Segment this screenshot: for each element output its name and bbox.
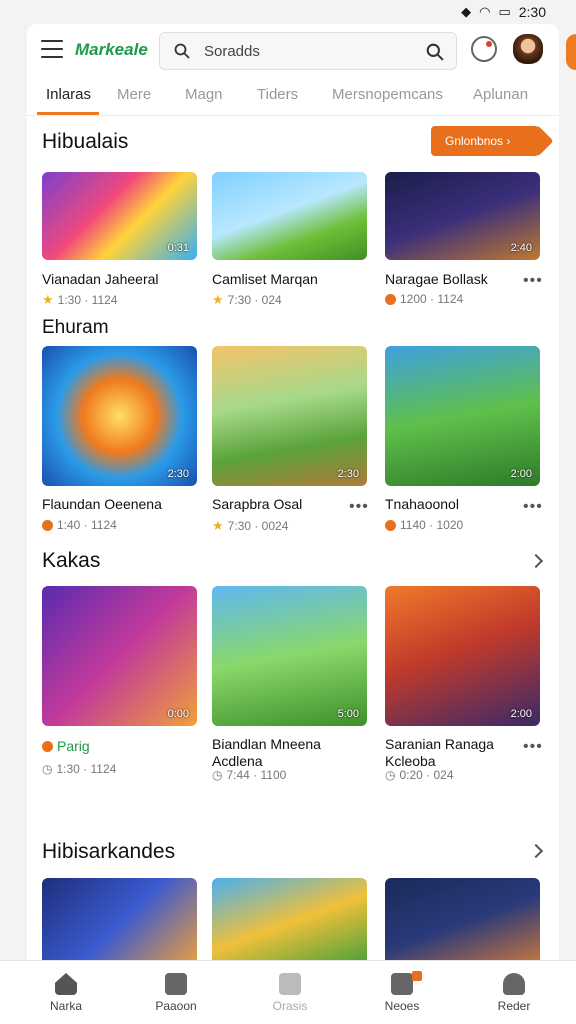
more-icon[interactable]: ••• [349, 498, 369, 516]
video-thumbnail[interactable]: 5:00 [212, 586, 367, 726]
video-title[interactable]: Flaundan Oeenena [42, 496, 162, 513]
nav-profile[interactable]: Reder [474, 967, 554, 1013]
app-logo[interactable]: Markeale [75, 40, 148, 60]
search-submit-icon[interactable] [426, 43, 444, 61]
badge-icon [42, 740, 53, 752]
tab-inlaras[interactable]: Inlaras [46, 86, 91, 103]
video-meta: ◷ 7:44 · 1100 [212, 768, 287, 782]
nav-library[interactable]: Paaoon [136, 967, 216, 1013]
video-title[interactable]: Vianadan Jaheeral [42, 271, 159, 288]
video-title[interactable]: Naragae Bollask [385, 271, 488, 288]
bag-icon [165, 973, 187, 995]
section-title: Kakas [42, 549, 101, 572]
nav-home[interactable]: Narka [26, 967, 106, 1013]
badge-icon [385, 293, 396, 305]
video-meta: 1:40 · 1124 [42, 518, 117, 532]
video-meta: ◷ 1:30 · 1124 [42, 762, 117, 776]
clock-icon: ◷ [212, 768, 223, 782]
video-title[interactable]: Tnahaoonol [385, 496, 459, 513]
status-bar: ◆ ◠ ▭ 2:30 [0, 0, 576, 24]
tab-mere[interactable]: Mere [117, 86, 151, 103]
duration-label: 0:00 [167, 708, 189, 720]
more-icon[interactable]: ••• [523, 498, 543, 516]
side-handle[interactable] [566, 34, 576, 70]
wifi-icon: ◠ [479, 4, 491, 19]
video-thumbnail[interactable]: 0:31 [42, 172, 197, 260]
video-thumbnail[interactable] [212, 878, 367, 968]
section-title: Hibisarkandes [42, 840, 176, 863]
active-tab-indicator [37, 112, 99, 115]
menu-icon[interactable] [41, 40, 63, 58]
duration-label: 2:00 [510, 708, 532, 720]
duration-label: 5:00 [337, 708, 359, 720]
video-meta: ◷ 0:20 · 024 [385, 768, 454, 782]
clock-icon: ◷ [385, 768, 396, 782]
see-all-button[interactable]: Gnlonbnos › [431, 126, 539, 156]
video-thumbnail[interactable]: 2:40 [385, 172, 540, 260]
chart-icon [391, 973, 413, 995]
video-thumbnail[interactable]: 2:00 [385, 586, 540, 726]
nav-orasis[interactable]: Orasis [250, 967, 330, 1013]
video-thumbnail[interactable]: 2:30 [212, 346, 367, 486]
section-title: Ehuram [42, 317, 109, 338]
home-icon [55, 973, 77, 995]
bag-icon [279, 973, 301, 995]
nav-news[interactable]: Neoes [362, 967, 442, 1013]
clock-icon: ◷ [42, 762, 53, 776]
location-icon: ◆ [461, 4, 472, 19]
tab-tiders[interactable]: Tiders [257, 86, 298, 103]
more-icon[interactable]: ••• [523, 272, 543, 290]
tab-magn[interactable]: Magn [185, 86, 223, 103]
chevron-right-icon[interactable] [528, 843, 544, 859]
video-thumbnail[interactable] [385, 878, 540, 968]
battery-icon: ▭ [498, 4, 511, 19]
video-thumbnail[interactable] [212, 172, 367, 260]
star-icon: ★ [42, 292, 54, 307]
tab-mersnopemcans[interactable]: Mersnopemcans [332, 86, 443, 103]
top-bar: Markeale Soradds [27, 24, 559, 80]
video-thumbnail[interactable]: 0:00 [42, 586, 197, 726]
video-thumbnail[interactable] [42, 878, 197, 968]
duration-label: 2:30 [167, 468, 189, 480]
bottom-nav: Narka Paaoon Orasis Neoes Reder [0, 960, 576, 1024]
duration-label: 2:30 [337, 468, 359, 480]
video-title[interactable]: Saranian Ranaga Kcleoba [385, 736, 505, 770]
notification-icon[interactable] [471, 36, 497, 62]
tab-bar: Inlaras Mere Magn Tiders Mersnopemcans A… [27, 80, 559, 116]
section-title: Hibualais [42, 130, 129, 153]
video-meta: ★ 7:30 · 0024 [212, 518, 289, 533]
video-meta: ★ 1:30 · 1124 [42, 292, 118, 307]
person-icon [503, 973, 525, 995]
video-title[interactable]: Sarapbra Osal [212, 496, 302, 513]
tab-aplunan[interactable]: Aplunan [473, 86, 528, 103]
search-placeholder: Soradds [204, 43, 260, 60]
badge-icon [385, 519, 396, 531]
notification-badge [412, 971, 422, 981]
video-title[interactable]: Biandlan Mneena Acdlena [212, 736, 332, 770]
duration-label: 2:40 [510, 242, 532, 254]
video-meta: 1200 · 1124 [385, 292, 463, 306]
video-meta: ★ 7:30 · 024 [212, 292, 282, 307]
badge-icon [42, 519, 53, 531]
search-input[interactable]: Soradds [159, 32, 457, 70]
star-icon: ★ [212, 518, 224, 533]
video-title[interactable]: Camliset Marqan [212, 271, 318, 288]
app-window: Markeale Soradds Inlaras Mere Magn Tider… [27, 24, 559, 1024]
video-thumbnail[interactable]: 2:30 [42, 346, 197, 486]
video-meta: 1140 · 1020 [385, 518, 463, 532]
chevron-right-icon[interactable] [528, 553, 544, 569]
more-icon[interactable]: ••• [523, 738, 543, 756]
video-title[interactable]: Parig [42, 738, 90, 754]
duration-label: 0:31 [167, 242, 189, 254]
search-icon [174, 43, 190, 59]
duration-label: 2:00 [510, 468, 532, 480]
video-thumbnail[interactable]: 2:00 [385, 346, 540, 486]
star-icon: ★ [212, 292, 224, 307]
avatar[interactable] [513, 34, 543, 64]
status-time: 2:30 [518, 4, 546, 20]
